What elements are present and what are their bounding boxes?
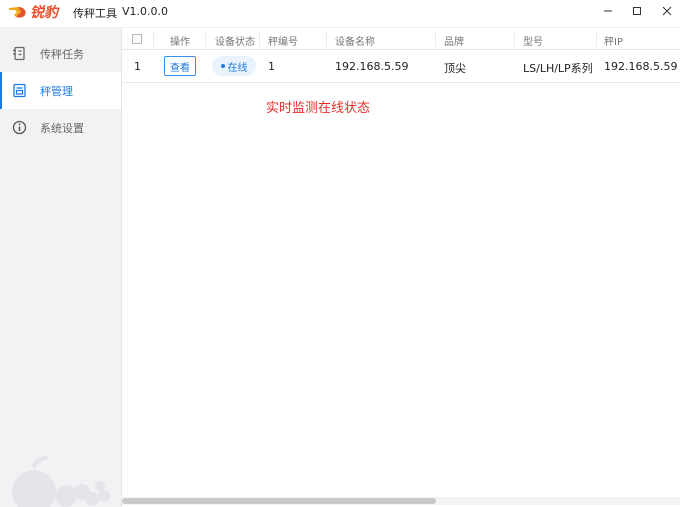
info-icon (12, 120, 27, 135)
logo-text: 锐豹 (30, 5, 58, 21)
column-divider (435, 31, 436, 47)
close-icon (662, 6, 672, 16)
status-label: 在线 (227, 62, 248, 74)
sidebar-item-system-settings[interactable]: 系统设置 (0, 109, 121, 146)
status-dot-icon (220, 64, 225, 68)
app-logo: 锐豹 (8, 2, 66, 22)
column-header-device-name: 设备名称 (335, 37, 375, 48)
sidebar: 传秤任务 秤管理 系统设置 (0, 27, 121, 507)
sidebar-item-scale-management[interactable]: 秤管理 (0, 72, 121, 109)
column-divider (514, 31, 515, 47)
cell-scale-ip: 192.168.5.59 (604, 60, 678, 73)
maximize-button[interactable] (621, 0, 653, 22)
table-header: 操作 设备状态 秤编号 设备名称 品牌 型号 秤IP (122, 27, 680, 50)
minimize-button[interactable] (592, 0, 624, 22)
column-divider (596, 31, 597, 47)
column-header-device-status: 设备状态 (215, 37, 255, 48)
column-header-brand: 品牌 (444, 37, 464, 48)
select-all-checkbox[interactable] (132, 34, 142, 44)
table-row[interactable]: 1 查看 在线 1 192.168.5.59 顶尖 LS/LH/LP系列 192… (122, 50, 680, 83)
cell-device-name: 192.168.5.59 (335, 60, 409, 73)
task-icon (12, 46, 27, 61)
cell-scale-number: 1 (268, 60, 275, 73)
scale-icon (12, 83, 27, 98)
minimize-icon (604, 10, 612, 12)
column-header-model: 型号 (523, 37, 543, 48)
title-bar: 锐豹 传秤工具 V1.0.0.0 (0, 0, 680, 26)
column-divider (153, 31, 154, 47)
row-index: 1 (134, 60, 141, 73)
app-title: 传秤工具 (73, 7, 117, 20)
fruit-watermark-icon (12, 456, 110, 507)
sidebar-item-label: 传秤任务 (40, 48, 84, 61)
status-badge: 在线 (212, 56, 256, 76)
scrollbar-thumb[interactable] (122, 498, 436, 504)
sidebar-item-label: 秤管理 (40, 85, 73, 98)
column-divider (205, 31, 206, 47)
annotation-text: 实时监测在线状态 (266, 101, 371, 116)
app-version: V1.0.0.0 (122, 5, 169, 18)
sidebar-item-transfer-task[interactable]: 传秤任务 (0, 35, 121, 72)
cell-brand: 顶尖 (444, 62, 466, 75)
sidebar-item-label: 系统设置 (40, 122, 84, 135)
column-header-scale-number: 秤编号 (268, 37, 298, 48)
main-content: 操作 设备状态 秤编号 设备名称 品牌 型号 秤IP 1 查看 在线 1 192… (121, 27, 680, 507)
column-header-action: 操作 (170, 37, 190, 48)
close-button[interactable] (651, 0, 680, 22)
view-button-label: 查看 (170, 62, 190, 74)
cell-model: LS/LH/LP系列 (523, 62, 593, 75)
view-button[interactable]: 查看 (164, 56, 196, 76)
column-divider (259, 31, 260, 47)
column-divider (326, 31, 327, 47)
maximize-icon (633, 7, 641, 15)
horizontal-scrollbar[interactable] (122, 497, 680, 505)
logo-mark-icon (9, 7, 26, 18)
column-header-scale-ip: 秤IP (604, 37, 623, 48)
